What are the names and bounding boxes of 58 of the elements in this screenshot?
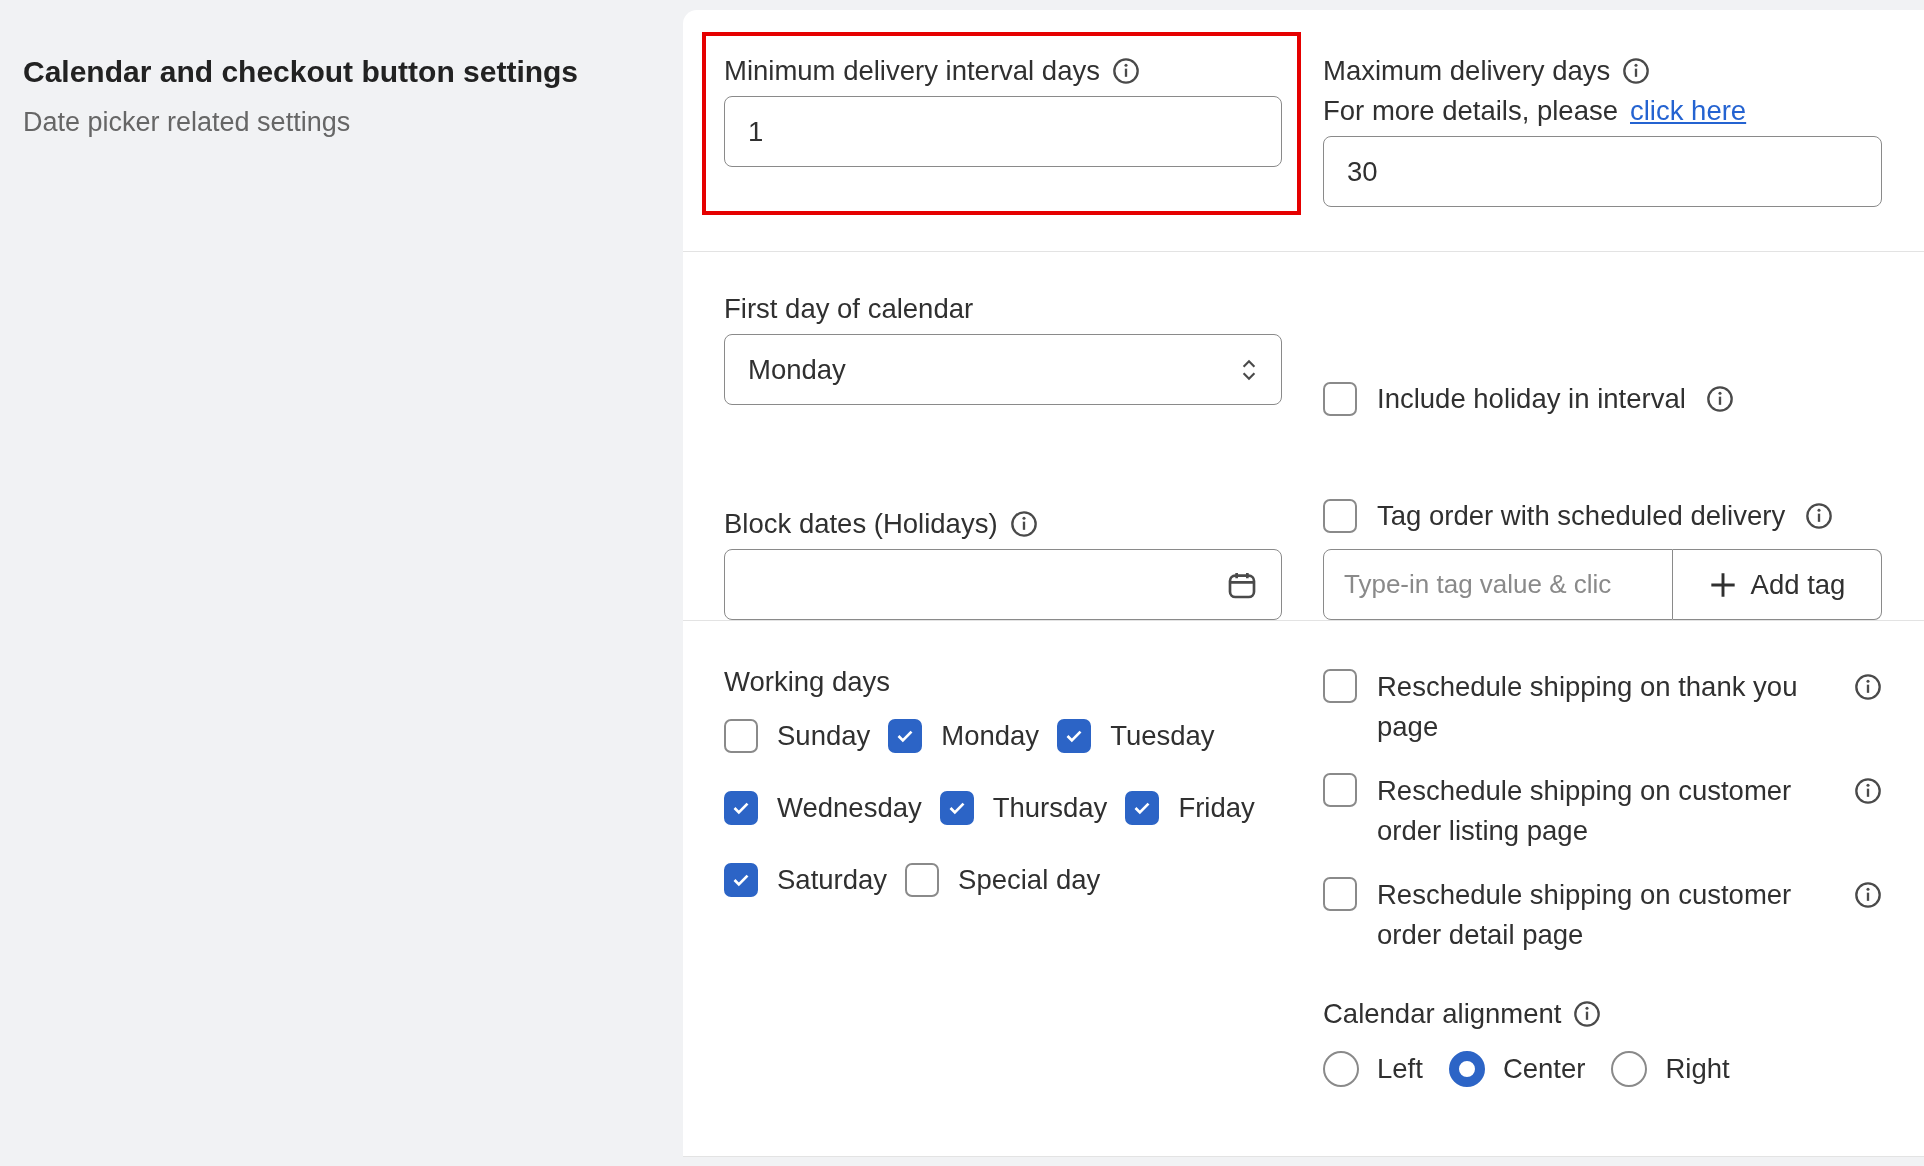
checkbox-label: Reschedule shipping on thank you page (1377, 670, 1799, 744)
checkbox[interactable] (724, 719, 758, 753)
info-icon (1854, 881, 1882, 909)
checkbox-label: Reschedule shipping on customer order detail page (1377, 878, 1793, 952)
checkbox[interactable] (939, 791, 974, 825)
checkbox[interactable] (905, 863, 940, 897)
checkbox[interactable] (724, 863, 758, 897)
group-label: Calendar alignment (1323, 999, 1562, 1029)
info-icon (1854, 673, 1882, 701)
radio-label: Center (1502, 1053, 1586, 1085)
info-icon (1573, 1000, 1602, 1028)
checkbox[interactable] (1125, 791, 1160, 825)
checkbox-label: Tuesday (1110, 720, 1215, 752)
group-label: Working days (724, 667, 891, 697)
checkbox-label: Friday (1178, 792, 1255, 824)
checkbox-label: Special day (958, 864, 1101, 896)
input-field[interactable]: 1 (724, 96, 1282, 167)
info-icon (1111, 57, 1140, 85)
checkbox[interactable] (1323, 773, 1357, 807)
add-tag-button[interactable]: Add tag (1673, 549, 1882, 620)
checkbox[interactable] (1323, 877, 1357, 911)
checkbox[interactable] (1323, 499, 1357, 533)
select-field[interactable]: Monday (724, 334, 1282, 405)
checkbox[interactable] (888, 719, 923, 753)
section-subtitle: Date picker related settings (23, 107, 352, 138)
tag-input-field[interactable]: Type-in tag value & clic (1323, 549, 1673, 620)
checkbox-label: Include holiday in interval (1377, 383, 1686, 415)
radio-button[interactable] (1611, 1051, 1648, 1087)
checkbox[interactable] (1057, 719, 1092, 753)
section-title: Calendar and checkout button settings (23, 55, 580, 89)
info-icon (1805, 502, 1834, 530)
checkbox[interactable] (1323, 669, 1357, 703)
date-field[interactable] (724, 549, 1282, 620)
field-label: Block dates (Holidays) (724, 509, 998, 539)
info-icon (1854, 777, 1882, 805)
checkbox-label: Saturday (777, 864, 888, 896)
info-icon (1622, 57, 1651, 85)
radio-label: Right (1665, 1053, 1730, 1085)
checkbox[interactable] (724, 791, 758, 825)
checkbox-label: Thursday (992, 792, 1108, 824)
field-label: Maximum delivery days (1323, 56, 1611, 86)
checkbox-label: Monday (941, 720, 1040, 752)
checkbox-label: Sunday (777, 720, 871, 752)
checkbox[interactable] (1323, 382, 1357, 416)
checkbox-label: Wednesday (777, 792, 922, 824)
details-link[interactable]: click here (1630, 96, 1747, 126)
input-field[interactable]: 30 (1323, 136, 1882, 207)
field-label: Minimum delivery interval days (724, 56, 1100, 86)
checkbox-label: Reschedule shipping on customer order listing page (1377, 774, 1793, 848)
radio-button[interactable] (1448, 1051, 1485, 1087)
checkbox-label: Tag order with scheduled delivery (1377, 500, 1786, 532)
help-text: For more details, please (1323, 96, 1618, 126)
info-icon (1009, 510, 1038, 538)
radio-button[interactable] (1323, 1051, 1359, 1087)
plus-icon (1708, 570, 1737, 599)
info-icon (1705, 385, 1734, 413)
field-label: First day of calendar (724, 294, 974, 324)
radio-label: Left (1377, 1053, 1423, 1085)
